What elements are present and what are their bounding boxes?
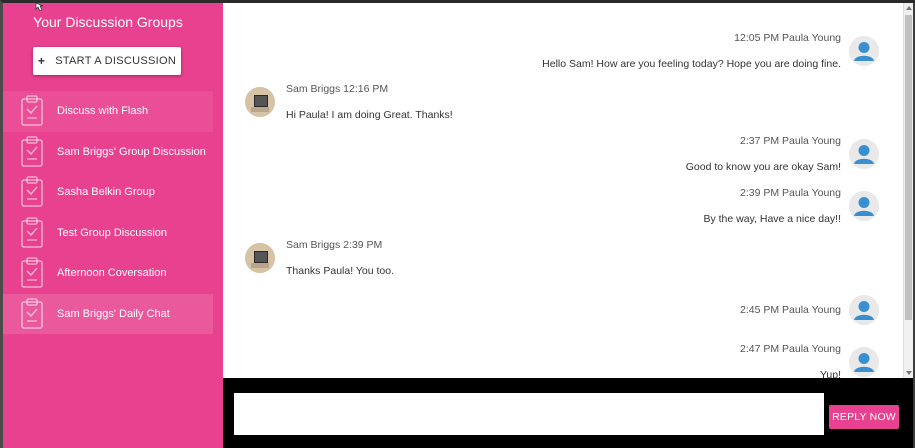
user-icon [849,347,879,377]
clipboard-icon [15,172,49,212]
avatar [245,87,275,117]
chat-message: Sam Briggs 12:16 PM Hi Paula! I am doing… [286,83,453,121]
chat-scrollbar[interactable] [903,3,913,378]
sidebar-item-sam-briggs-group-discussion[interactable]: Sam Briggs' Group Discussion [3,132,213,173]
sidebar-item-discuss-with-flash[interactable]: Discuss with Flash [3,91,213,132]
message-text: Hello Sam! How are you feeling today? Ho… [542,58,841,70]
user-icon [849,139,879,169]
message-text: By the way, Have a nice day!! [703,213,841,225]
avatar [245,243,275,273]
sidebar: Your Discussion Groups + START A DISCUSS… [3,3,223,448]
sidebar-item-label: Test Group Discussion [57,226,168,239]
sidebar-item-label: Sasha Belkin Group [57,186,155,199]
user-icon [849,36,879,66]
sidebar-title: Your Discussion Groups [33,14,183,30]
reply-now-button[interactable]: REPLY NOW [829,405,899,429]
clipboard-icon [15,132,49,172]
message-meta: Sam Briggs 12:16 PM [286,83,389,95]
plus-icon: + [37,54,46,68]
message-meta: 12:05 PM Paula Young [734,32,841,44]
message-text: Good to know you are okay Sam! [685,161,841,173]
message-text: Yup! [819,369,841,378]
user-icon [849,295,879,325]
scrollbar-thumb[interactable] [905,15,912,320]
sidebar-item-sam-briggs-daily-chat[interactable]: Sam Briggs' Daily Chat [3,293,213,334]
sidebar-item-label: Sam Briggs' Daily Chat [57,307,170,320]
clipboard-icon [15,294,49,334]
chat-message: 2:37 PM Paula Young Good to know you are… [686,135,841,173]
message-meta: 2:39 PM Paula Young [739,187,841,199]
start-discussion-label: START A DISCUSSION [55,55,177,67]
scroll-down-icon[interactable] [906,371,912,375]
clipboard-icon [15,253,49,293]
chat-panel: 12:05 PM Paula Young Hello Sam! How are … [223,3,903,378]
chat-message: 2:47 PM Paula Young Yup! [740,343,841,378]
message-meta: 2:45 PM Paula Young [739,304,841,316]
message-meta: 2:37 PM Paula Young [739,135,841,147]
message-meta: Sam Briggs 2:39 PM [286,239,383,251]
sidebar-item-label: Sam Briggs' Group Discussion [57,145,206,158]
chat-message: Sam Briggs 2:39 PM Thanks Paula! You too… [286,239,394,277]
mouse-cursor-icon [35,3,44,11]
message-text: Hi Paula! I am doing Great. Thanks! [286,109,453,121]
sidebar-item-test-group-discussion[interactable]: Test Group Discussion [3,213,213,254]
clipboard-icon [15,91,49,131]
sidebar-item-label: Discuss with Flash [57,105,149,118]
start-discussion-button[interactable]: + START A DISCUSSION [33,47,181,75]
scroll-up-icon[interactable] [906,6,912,10]
sidebar-item-label: Afternoon Coversation [57,267,167,280]
sidebar-item-afternoon-coversation[interactable]: Afternoon Coversation [3,253,213,294]
sidebar-item-sasha-belkin-group[interactable]: Sasha Belkin Group [3,172,213,213]
reply-bar: REPLY NOW [223,378,913,448]
message-meta: 2:47 PM Paula Young [739,343,841,355]
user-icon [849,191,879,221]
chat-message: 12:05 PM Paula Young Hello Sam! How are … [542,32,841,70]
reply-input[interactable] [234,393,824,435]
clipboard-icon [15,213,49,253]
chat-message: 2:45 PM Paula Young [740,304,841,330]
chat-message: 2:39 PM Paula Young By the way, Have a n… [703,187,841,225]
message-text: Thanks Paula! You too. [286,265,394,277]
group-list: Discuss with Flash Sam Briggs' Group Dis… [3,91,213,334]
